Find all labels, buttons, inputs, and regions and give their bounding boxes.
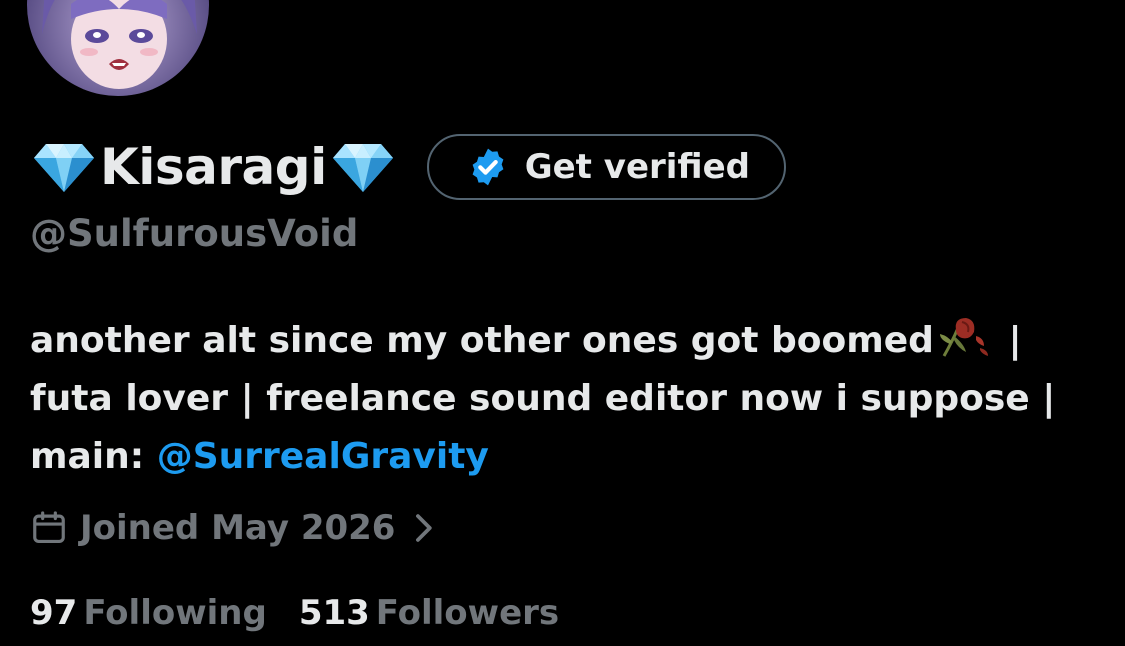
bio-line-1-text: another alt since my other ones got boom…	[30, 320, 934, 361]
joined-date-label: Joined May 2026	[80, 508, 396, 548]
following-stat-link[interactable]: 97 Following	[30, 593, 267, 633]
wilted-rose-icon	[934, 314, 996, 358]
get-verified-label: Get verified	[524, 147, 751, 187]
follow-stats: 97 Following 513 Followers	[30, 593, 591, 633]
diamond-icon	[30, 140, 98, 194]
bio-line-1-suffix: |	[995, 320, 1022, 361]
bio-line-3: main: @SurrealGravity	[30, 428, 1100, 486]
diamond-icon	[329, 140, 397, 194]
bio-line-1: another alt since my other ones got boom…	[30, 312, 1100, 370]
chevron-right-icon	[409, 511, 437, 545]
followers-stat-link[interactable]: 513 Followers	[299, 593, 559, 633]
get-verified-button[interactable]: Get verified	[426, 134, 787, 200]
followers-label: Followers	[375, 593, 560, 633]
calendar-icon	[30, 509, 68, 547]
bio-line-2: futa lover | freelance sound editor now …	[30, 378, 1056, 419]
profile-bio: another alt since my other ones got boom…	[30, 312, 1100, 486]
following-count: 97	[30, 593, 78, 633]
display-name-text: Kisaragi	[100, 138, 327, 196]
bio-main-prefix: main:	[30, 436, 157, 477]
joined-date-link[interactable]: Joined May 2026	[30, 506, 437, 550]
avatar[interactable]	[27, 0, 209, 96]
main-account-mention-link[interactable]: @SurrealGravity	[157, 436, 489, 477]
following-label: Following	[83, 593, 267, 633]
verified-badge-icon	[467, 146, 509, 188]
display-name: Kisaragi	[30, 140, 397, 194]
name-row: Kisaragi Get verified	[30, 132, 787, 202]
followers-count: 513	[298, 593, 370, 633]
profile-handle: @SulfurousVoid	[30, 212, 359, 255]
